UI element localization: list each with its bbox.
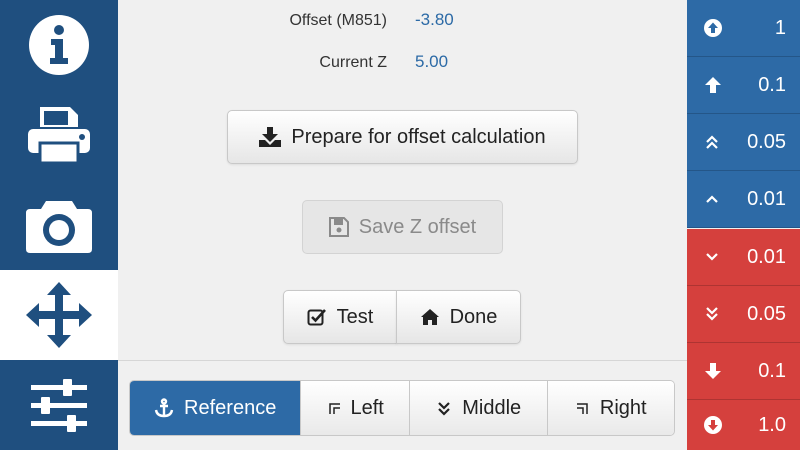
checkbox-icon (307, 307, 327, 327)
position-right[interactable]: Right (548, 381, 674, 435)
position-reference-label: Reference (184, 396, 277, 419)
current-z-value: 5.00 (415, 52, 449, 71)
corner-left-icon (327, 401, 341, 415)
sidebar-tab-camera[interactable] (0, 180, 118, 270)
arrow-up-icon (704, 76, 722, 94)
prepare-offset-label: Prepare for offset calculation (291, 125, 546, 148)
chevron-up-icon (704, 191, 720, 207)
double-chevron-down-icon (436, 400, 452, 416)
current-z-row: Current Z 5.00 (118, 48, 687, 78)
jog-up-0-05-label: 0.05 (747, 130, 786, 153)
jog-down-1-label: 1.0 (758, 413, 786, 436)
jog-down-0-05-label: 0.05 (747, 302, 786, 325)
double-chevron-up-icon (704, 134, 720, 150)
jog-down-0-05[interactable]: 0.05 (687, 286, 800, 343)
jog-up-0-1-label: 0.1 (758, 73, 786, 96)
jog-down-0-1-label: 0.1 (758, 359, 786, 382)
arrow-down-icon (704, 362, 722, 380)
position-left[interactable]: Left (301, 381, 410, 435)
save-icon (328, 217, 349, 237)
position-middle-label: Middle (462, 396, 522, 419)
save-z-offset-label: Save Z offset (358, 215, 477, 238)
jog-up-0-1[interactable]: 0.1 (687, 57, 800, 114)
info-icon (27, 13, 91, 77)
anchor-icon (154, 398, 174, 418)
prepare-offset-button[interactable]: Prepare for offset calculation (227, 110, 578, 164)
sidebar-tab-print[interactable] (0, 90, 118, 180)
circle-arrow-down-icon (704, 416, 722, 434)
sidebar (0, 0, 118, 450)
position-middle[interactable]: Middle (409, 381, 549, 435)
chevron-down-icon (704, 249, 720, 265)
double-chevron-down-icon (704, 306, 720, 322)
jog-up-0-01[interactable]: 0.01 (687, 171, 800, 228)
jog-up-1-label: 1 (774, 16, 786, 39)
corner-right-icon (576, 401, 590, 415)
jog-down-1[interactable]: 1.0 (687, 400, 800, 450)
position-left-label: Left (350, 396, 384, 419)
save-z-offset-button[interactable]: Save Z offset (302, 200, 503, 254)
jog-up-0-01-label: 0.01 (747, 187, 786, 210)
move-arrows-icon (26, 282, 92, 348)
position-reference[interactable]: Reference (130, 381, 302, 435)
done-button[interactable]: Done (396, 290, 521, 344)
current-z-label: Current Z (319, 54, 387, 71)
main-panel: Offset (M851) -3.80 Current Z 5.00 Prepa… (118, 0, 687, 450)
done-label: Done (449, 305, 498, 328)
z-jog-panel: 1 0.1 0.05 0.01 0.01 0.05 0.1 1.0 (687, 0, 800, 450)
offset-label: Offset (M851) (289, 12, 387, 29)
sidebar-tab-info[interactable] (0, 0, 118, 90)
jog-up-0-05[interactable]: 0.05 (687, 114, 800, 171)
jog-down-0-01-label: 0.01 (747, 245, 786, 268)
sliders-icon (29, 377, 89, 433)
test-label: Test (336, 305, 374, 328)
sidebar-tab-move[interactable] (0, 270, 118, 360)
jog-down-0-01[interactable]: 0.01 (687, 229, 800, 286)
offset-row: Offset (M851) -3.80 (118, 6, 687, 36)
printer-icon (26, 105, 92, 165)
jog-up-1[interactable]: 1 (687, 0, 800, 57)
sidebar-tab-settings[interactable] (0, 360, 118, 450)
position-right-label: Right (599, 396, 647, 419)
camera-icon (24, 195, 94, 255)
divider (118, 360, 687, 361)
download-icon (259, 127, 282, 147)
jog-down-0-1[interactable]: 0.1 (687, 343, 800, 400)
circle-arrow-up-icon (704, 19, 722, 37)
position-selector: Reference Left Middle Right (129, 380, 675, 436)
test-button[interactable]: Test (283, 290, 397, 344)
offset-value: -3.80 (415, 10, 454, 29)
home-icon (420, 308, 440, 326)
